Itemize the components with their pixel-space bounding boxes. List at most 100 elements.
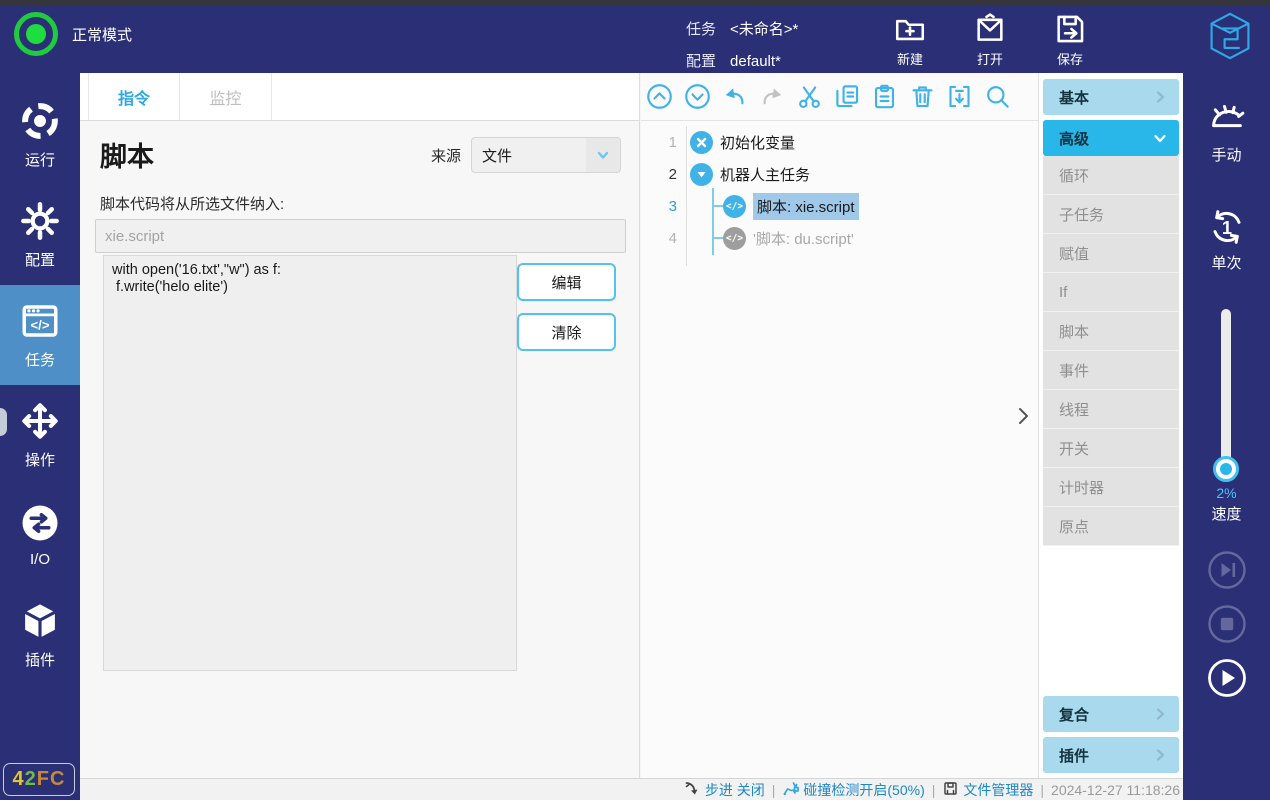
- file-manager-link[interactable]: 文件管理器: [942, 780, 1033, 800]
- skip-icon: [1207, 550, 1247, 590]
- status-bar: 步进 关闭 | 碰撞检测开启(50%) | 文件管理器 | 2024-12-27…: [80, 778, 1183, 800]
- tab-monitor[interactable]: 监控: [180, 73, 272, 120]
- robot-teach-pendant-app: 正常模式 任务<未命名>* 配置default* 新建 打开 保存 运行: [0, 0, 1270, 800]
- palette-item-origin[interactable]: 原点: [1043, 507, 1179, 546]
- sidebar-item-operate[interactable]: 操作: [0, 385, 80, 485]
- task-label: 任务: [686, 14, 716, 46]
- palette-item-loop[interactable]: 循环: [1043, 156, 1179, 195]
- step-forward-button[interactable]: [1207, 550, 1247, 590]
- new-file-icon: [893, 12, 927, 46]
- task-info: 任务<未命名>* 配置default*: [686, 14, 798, 78]
- move-down-icon[interactable]: [684, 83, 711, 110]
- redo-icon[interactable]: [759, 83, 786, 110]
- palette-item-if[interactable]: If: [1043, 273, 1179, 312]
- mode-status-icon: [14, 12, 58, 56]
- stop-button[interactable]: [1207, 604, 1247, 644]
- play-button[interactable]: [1207, 658, 1247, 698]
- palette-item-subtask[interactable]: 子任务: [1043, 195, 1179, 234]
- edit-button[interactable]: 编辑: [517, 263, 616, 301]
- palette-section-plugin[interactable]: 插件: [1043, 737, 1179, 773]
- sidebar-item-task[interactable]: </> 任务: [0, 285, 80, 385]
- code-line: with open('16.txt',"w") as f:: [112, 262, 508, 279]
- script-code-preview[interactable]: with open('16.txt',"w") as f: f.write('h…: [103, 255, 517, 671]
- script-code-icon-disabled: </>: [723, 227, 746, 250]
- instruction-panel: 指令 监控 脚本 来源 文件 脚本代码将从所选文件纳入: xie.script …: [80, 73, 640, 778]
- io-arrows-icon: [19, 502, 61, 544]
- status-timestamp: 2024-12-27 11:18:26: [1051, 782, 1180, 798]
- palette-item-thread[interactable]: 线程: [1043, 390, 1179, 429]
- single-run-button[interactable]: 1 单次: [1207, 207, 1247, 273]
- sidebar-item-io[interactable]: I/O: [0, 485, 80, 585]
- step-arrow-icon: [684, 780, 701, 800]
- cut-icon[interactable]: [796, 83, 823, 110]
- expand-triangle-icon[interactable]: [690, 163, 713, 186]
- code-line: f.write('helo elite'): [112, 279, 508, 296]
- chevron-right-icon: [1153, 748, 1167, 762]
- top-bar: 正常模式 任务<未命名>* 配置default* 新建 打开 保存: [0, 0, 1270, 73]
- step-mode-status[interactable]: 步进 关闭: [684, 780, 765, 800]
- move-arrows-icon: [19, 400, 61, 442]
- undo-icon[interactable]: [721, 83, 748, 110]
- gear-icon: [19, 200, 61, 242]
- script-description: 脚本代码将从所选文件纳入:: [100, 193, 284, 214]
- manual-mode-button[interactable]: 手动: [1207, 99, 1247, 165]
- cube-icon: [19, 600, 61, 642]
- left-edge-handle[interactable]: [0, 408, 7, 436]
- palette-section-compound[interactable]: 复合: [1043, 696, 1179, 732]
- palette-item-assign[interactable]: 赋值: [1043, 234, 1179, 273]
- palette-section-advanced[interactable]: 高级: [1043, 120, 1179, 156]
- new-task-button[interactable]: 新建: [878, 12, 942, 68]
- copy-icon[interactable]: [834, 83, 861, 110]
- palette-item-script[interactable]: 脚本: [1043, 312, 1179, 351]
- collision-detection-status[interactable]: 碰撞检测开启(50%): [782, 780, 924, 800]
- palette-spacer: [1043, 546, 1179, 696]
- open-file-icon: [973, 12, 1007, 46]
- palette-item-event[interactable]: 事件: [1043, 351, 1179, 390]
- insert-into-icon[interactable]: [946, 83, 973, 110]
- task-value: <未命名>*: [730, 14, 798, 46]
- delete-icon[interactable]: [909, 83, 936, 110]
- task-tree: 1 初始化变量 2 机器人主任务 3 </> 脚本: xie.script 4 …: [641, 126, 1038, 254]
- chevron-down-icon: [1153, 131, 1167, 145]
- clear-button[interactable]: 清除: [517, 313, 616, 351]
- task-code-window-icon: </>: [19, 300, 61, 342]
- save-task-button[interactable]: 保存: [1038, 12, 1102, 68]
- script-file-field[interactable]: xie.script: [95, 219, 626, 253]
- instruction-palette: 基本 高级 循环 子任务 赋值 If 脚本 事件 线程 开关 计时器 原点 复合: [1038, 73, 1183, 778]
- collision-icon: [782, 780, 799, 800]
- tree-row-script-xie[interactable]: 3 </> 脚本: xie.script: [641, 190, 1038, 222]
- search-icon[interactable]: [984, 83, 1011, 110]
- single-cycle-icon: 1: [1207, 207, 1247, 247]
- paste-icon[interactable]: [871, 83, 898, 110]
- tab-instruction[interactable]: 指令: [88, 73, 180, 120]
- tree-row-script-du[interactable]: 4 </> '脚本: du.script': [641, 222, 1038, 254]
- mode-label: 正常模式: [72, 24, 132, 45]
- move-up-icon[interactable]: [646, 83, 673, 110]
- speed-slider-track[interactable]: [1221, 309, 1231, 469]
- source-select[interactable]: 文件: [471, 137, 621, 173]
- palette-item-switch[interactable]: 开关: [1043, 429, 1179, 468]
- chevron-right-icon: [1153, 90, 1167, 104]
- panel-collapse-handle[interactable]: [1012, 403, 1034, 429]
- speed-slider-thumb[interactable]: [1213, 456, 1239, 482]
- sidebar-item-run[interactable]: 运行: [0, 85, 80, 185]
- stop-icon: [1207, 604, 1247, 644]
- speed-slider: 2% 速度: [1211, 309, 1241, 524]
- brand-logo-icon: [1204, 10, 1256, 62]
- sidebar-item-config[interactable]: 配置: [0, 185, 80, 285]
- task-tree-panel: 1 初始化变量 2 机器人主任务 3 </> 脚本: xie.script 4 …: [641, 73, 1038, 778]
- palette-section-basic[interactable]: 基本: [1043, 79, 1179, 115]
- open-task-button[interactable]: 打开: [958, 12, 1022, 68]
- chevron-down-icon: [586, 138, 620, 172]
- tree-row-init-variables[interactable]: 1 初始化变量: [641, 126, 1038, 158]
- svg-text:</>: </>: [31, 317, 50, 332]
- speed-value: 2%: [1216, 485, 1236, 501]
- tree-row-main-task[interactable]: 2 机器人主任务: [641, 158, 1038, 190]
- script-code-icon: </>: [723, 195, 746, 218]
- page-title: 脚本: [100, 135, 154, 174]
- playback-controls: [1207, 550, 1247, 698]
- sidebar-item-plugin[interactable]: 插件: [0, 585, 80, 685]
- palette-item-timer[interactable]: 计时器: [1043, 468, 1179, 507]
- source-row: 来源 文件: [431, 137, 621, 173]
- panel-tabs: 指令 监控: [80, 73, 639, 121]
